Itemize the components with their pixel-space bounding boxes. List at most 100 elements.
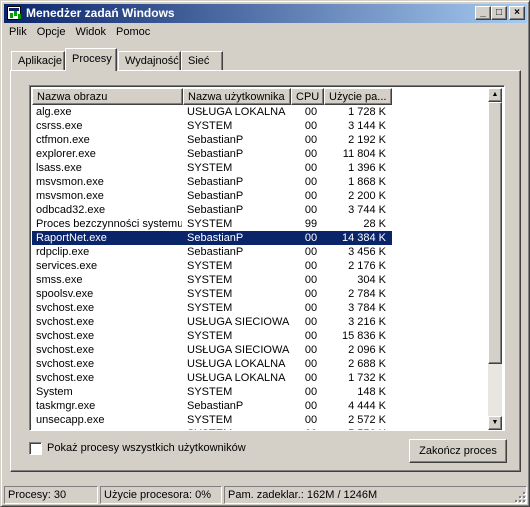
table-row[interactable]: msvsmon.exe SebastianP 00 2 200 K <box>32 189 392 203</box>
minimize-button[interactable]: _ <box>475 6 491 20</box>
cell-cpu: 00 <box>304 232 318 244</box>
cell-memory: 2 572 K <box>348 414 386 426</box>
cell-memory: 1 396 K <box>348 162 386 174</box>
cell-memory: 4 444 K <box>348 400 386 412</box>
table-row[interactable]: System SYSTEM 00 148 K <box>32 385 392 399</box>
show-all-processes-checkbox[interactable] <box>29 442 42 455</box>
menu-opcje[interactable]: Opcje <box>32 24 71 40</box>
maximize-button[interactable]: □ <box>491 6 507 20</box>
cell-memory: 304 K <box>357 274 386 286</box>
table-row[interactable]: msvsmon.exe SebastianP 00 1 868 K <box>32 175 392 189</box>
table-row[interactable]: csrss.exe SYSTEM 00 3 144 K <box>32 119 392 133</box>
cell-user-name: SYSTEM <box>187 120 233 132</box>
cell-image-name: rdpclip.exe <box>36 246 90 258</box>
cell-user-name: SebastianP <box>187 148 244 160</box>
cell-image-name: odbcad32.exe <box>36 204 106 216</box>
cell-cpu: 00 <box>304 204 318 216</box>
table-row[interactable]: spoolsv.exe SYSTEM 00 2 784 K <box>32 287 392 301</box>
table-row[interactable]: ctfmon.exe SebastianP 00 2 192 K <box>32 133 392 147</box>
cell-image-name: Proces bezczynności systemu <box>36 218 182 230</box>
tab-aplikacje[interactable]: Aplikacje <box>11 51 65 70</box>
table-row[interactable]: svchost.exe SYSTEM 00 15 836 K <box>32 329 392 343</box>
menu-plik[interactable]: Plik <box>4 24 32 40</box>
cell-user-name: SYSTEM <box>187 218 233 230</box>
process-list[interactable]: Nazwa obrazu Nazwa użytkownika CPU Użyci… <box>29 85 505 431</box>
column-image-name[interactable]: Nazwa obrazu <box>32 88 183 105</box>
cell-user-name: USŁUGA SIECIOWA <box>187 344 290 356</box>
close-button[interactable]: × <box>509 6 525 20</box>
cell-image-name: svchost.exe <box>36 358 95 370</box>
cell-memory: 3 744 K <box>348 204 386 216</box>
table-row[interactable]: svchost.exe USŁUGA LOKALNA 00 1 732 K <box>32 371 392 385</box>
table-row[interactable]: taskmgr.exe SebastianP 00 4 444 K <box>32 399 392 413</box>
title-bar[interactable]: Menedżer zadań Windows _ □ × <box>4 4 527 23</box>
scroll-up-icon[interactable]: ▲ <box>488 88 502 102</box>
cell-image-name: svchost.exe <box>36 344 95 356</box>
cell-user-name: SebastianP <box>187 400 244 412</box>
table-row[interactable]: svchost.exe USŁUGA SIECIOWA 00 3 216 K <box>32 315 392 329</box>
cell-cpu: 00 <box>304 246 318 258</box>
cell-memory: 3 456 K <box>348 246 386 258</box>
cell-image-name: alg.exe <box>36 106 72 118</box>
table-row[interactable]: services.exe SYSTEM 00 2 176 K <box>32 259 392 273</box>
cell-user-name: USŁUGA LOKALNA <box>187 358 286 370</box>
cell-cpu: 00 <box>304 330 318 342</box>
table-row[interactable]: svchost.exe USŁUGA SIECIOWA 00 2 096 K <box>32 343 392 357</box>
table-row[interactable]: alg.exe USŁUGA LOKALNA 00 1 728 K <box>32 105 392 119</box>
cell-cpu: 00 <box>304 148 318 160</box>
scroll-thumb[interactable] <box>488 102 502 364</box>
scroll-down-icon[interactable]: ▼ <box>488 416 502 430</box>
cell-user-name: USŁUGA LOKALNA <box>187 372 286 384</box>
table-row[interactable]: lsass.exe SYSTEM 00 1 396 K <box>32 161 392 175</box>
tab-siec[interactable]: Sieć <box>181 51 223 70</box>
table-row[interactable]: rdpclip.exe SebastianP 00 3 456 K <box>32 245 392 259</box>
cell-user-name: SYSTEM <box>187 260 233 272</box>
cell-user-name: SYSTEM <box>187 330 233 342</box>
column-memory[interactable]: Użycie pa... <box>324 88 392 105</box>
cell-image-name: svchost.exe <box>36 330 95 342</box>
status-processes: Procesy: 30 <box>4 486 98 504</box>
cell-cpu: 00 <box>304 400 318 412</box>
table-row[interactable]: RaportNet.exe SebastianP 00 14 384 K <box>32 231 392 245</box>
table-row[interactable]: svchost.exe SYSTEM 00 3 784 K <box>32 301 392 315</box>
table-row[interactable]: smss.exe SYSTEM 00 304 K <box>32 273 392 287</box>
cell-user-name: SYSTEM <box>187 162 233 174</box>
cell-cpu: 00 <box>304 372 318 384</box>
column-cpu[interactable]: CPU <box>291 88 324 105</box>
table-row[interactable]: odbcad32.exe SebastianP 00 3 744 K <box>32 203 392 217</box>
cell-cpu: 00 <box>304 176 318 188</box>
tab-procesy[interactable]: Procesy <box>65 48 117 71</box>
menu-widok[interactable]: Widok <box>70 24 111 40</box>
cell-user-name: SYSTEM <box>187 302 233 314</box>
end-process-button[interactable]: Zakończ proces <box>409 439 507 463</box>
task-manager-icon <box>7 6 21 20</box>
table-row[interactable]: vmwuvc.exe SYSTEM 005 556 K <box>32 427 392 430</box>
cell-image-name: explorer.exe <box>36 148 96 160</box>
cell-memory: 148 K <box>357 386 386 398</box>
table-row[interactable]: svchost.exe USŁUGA LOKALNA 00 2 688 K <box>32 357 392 371</box>
table-row[interactable]: Proces bezczynności systemu SYSTEM 99 28 K <box>32 217 392 231</box>
show-all-processes-label[interactable]: Pokaż procesy wszystkich użytkowników <box>47 442 246 454</box>
menu-pomoc[interactable]: Pomoc <box>111 24 155 40</box>
cell-user-name: SebastianP <box>187 176 244 188</box>
cell-memory: 14 384 K <box>341 232 386 244</box>
cell-cpu: 99 <box>304 218 318 230</box>
table-row[interactable]: explorer.exe SebastianP 00 11 804 K <box>32 147 392 161</box>
column-user-name[interactable]: Nazwa użytkownika <box>183 88 291 105</box>
tab-wydajnosc[interactable]: Wydajność <box>118 51 181 70</box>
cell-user-name: SebastianP <box>187 204 244 216</box>
vertical-scrollbar[interactable]: ▲ ▼ <box>488 88 502 430</box>
cell-user-name: SYSTEM <box>187 427 292 430</box>
cell-image-name: svchost.exe <box>36 302 95 314</box>
cell-image-name: spoolsv.exe <box>36 288 94 300</box>
table-row[interactable]: unsecapp.exe SYSTEM 00 2 572 K <box>32 413 392 427</box>
resize-grip-icon[interactable] <box>513 490 527 504</box>
cell-memory: 1 868 K <box>348 176 386 188</box>
task-manager-window: Menedżer zadań Windows _ □ × Plik Opcje Wi… <box>0 0 530 507</box>
cell-memory: 5 556 K <box>322 427 386 430</box>
cell-memory: 11 804 K <box>342 148 386 160</box>
cell-cpu: 00 <box>304 288 318 300</box>
cell-memory: 28 K <box>363 218 386 230</box>
cell-cpu: 00 <box>302 427 320 430</box>
cell-memory: 2 096 K <box>348 344 386 356</box>
